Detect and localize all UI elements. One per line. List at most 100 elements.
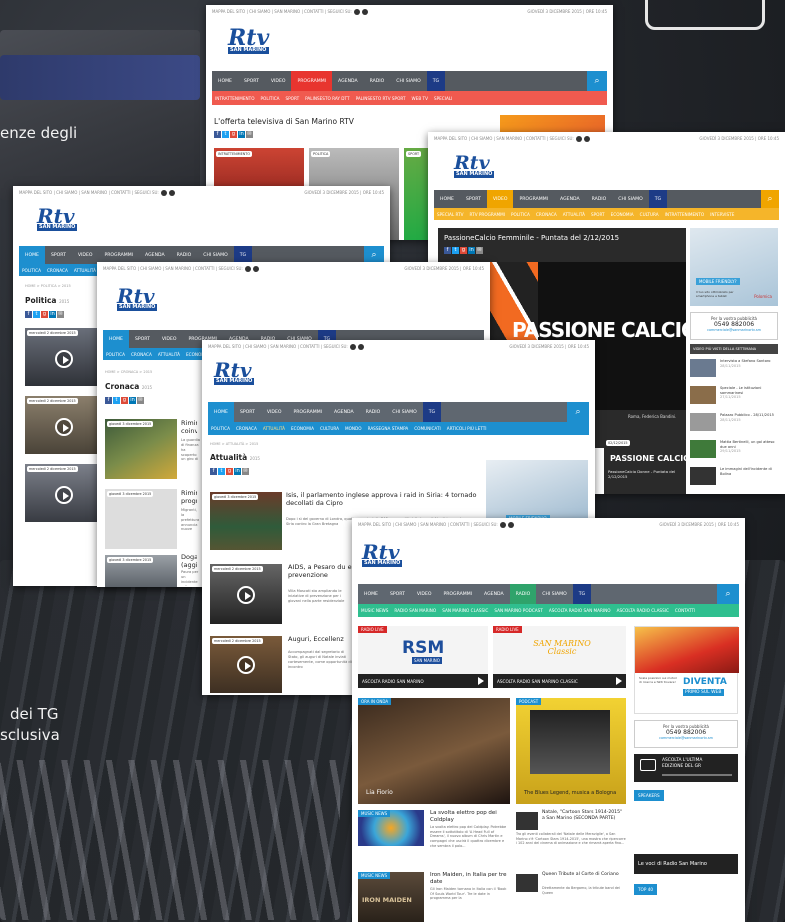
breadcrumb[interactable]: HOME > POLITICA > 2015 (25, 284, 71, 288)
on-air-card[interactable]: ORA IN ONDA Lia Fiorio (358, 698, 510, 804)
subnav-san-marino-classic[interactable]: SAN MARINO CLASSIC (439, 608, 491, 613)
subnav-politica[interactable]: POLITICA (508, 212, 533, 217)
video-thumbnail[interactable]: mercoledì 2 dicembre 2015 (25, 328, 103, 386)
article-thumbnail[interactable]: giovedì 3 dicembre 2015 (105, 555, 177, 587)
subnav-attualita[interactable]: ATTUALITÀ (560, 212, 588, 217)
facebook-icon[interactable] (244, 266, 251, 272)
search-icon[interactable]: ⌕ (567, 402, 589, 422)
subnav-sport[interactable]: SPORT (283, 96, 303, 101)
nav-home[interactable]: HOME (358, 584, 384, 604)
last-gr-player[interactable]: ASCOLTA L'ULTIMA EDIZIONE DEL GR (634, 754, 738, 782)
nav-sport[interactable]: SPORT (234, 402, 261, 422)
pub-email[interactable]: commerciale@sanmarinortv.sm (635, 736, 737, 740)
article-title[interactable]: Doga (aggi (181, 554, 197, 570)
nav-radio[interactable]: RADIO (509, 584, 537, 604)
youtube-icon[interactable] (583, 136, 590, 142)
email-share-icon[interactable]: ✉ (57, 311, 64, 318)
googleplus-share-icon[interactable]: g (230, 131, 237, 138)
video-thumbnail[interactable]: mercoledì 2 dicembre 2015 (25, 464, 103, 522)
nav-video[interactable]: VIDEO (156, 330, 183, 348)
list-item[interactable]: Palazzo Pubblico - 28/11/2015 28/11/2015 (690, 411, 778, 435)
linkedin-share-icon[interactable]: in (129, 397, 136, 404)
nav-radio[interactable]: RADIO (364, 71, 391, 91)
play-icon[interactable] (55, 486, 73, 504)
twitter-share-icon[interactable]: t (452, 247, 459, 254)
ad-mobile[interactable]: MOBILE FRIENDLY? Il tuo sito ottimizzato… (690, 228, 778, 306)
nav-video[interactable]: VIDEO (72, 246, 99, 264)
facebook-share-icon[interactable]: f (214, 131, 221, 138)
facebook-icon[interactable] (349, 344, 356, 350)
nav-home[interactable]: HOME (212, 71, 238, 91)
subnav-contatti[interactable]: CONTATTI (672, 608, 698, 613)
list-item[interactable]: Le immagini dell'incidente di Bolina (690, 465, 778, 489)
subnav-articoli-piu-letti[interactable]: ARTICOLI PIÙ LETTI (444, 426, 490, 431)
search-icon[interactable]: ⌕ (761, 190, 779, 208)
nav-programmi[interactable]: PROGRAMMI (437, 584, 478, 604)
article-title[interactable]: Rimin progr (181, 490, 197, 506)
nav-chi-siamo[interactable]: CHI SIAMO (390, 71, 426, 91)
linkedin-share-icon[interactable]: in (49, 311, 56, 318)
nav-home[interactable]: HOME (208, 402, 234, 422)
search-icon[interactable]: ⌕ (717, 584, 739, 604)
youtube-icon[interactable] (361, 9, 368, 15)
voices-banner[interactable]: Le voci di Radio San Marino (634, 854, 738, 874)
subnav-politica[interactable]: POLITICA (258, 96, 283, 101)
radio-live-rsm[interactable]: RADIO LIVE RSM SAN MARINO ASCOLTA RADIO … (358, 626, 488, 688)
facebook-icon[interactable] (353, 9, 360, 15)
article-thumbnail[interactable]: mercoledì 2 dicembre 2015 (210, 636, 282, 693)
subnav-cronaca[interactable]: CRONACA (128, 352, 155, 357)
nav-home[interactable]: HOME (434, 190, 460, 208)
top40-button[interactable]: TOP 40 (634, 884, 658, 895)
subnav-sport[interactable]: SPORT (588, 212, 608, 217)
article-thumbnail[interactable]: mercoledì 2 dicembre 2015 (210, 564, 282, 624)
breadcrumb[interactable]: HOME > ATTUALITÀ > 2015 (210, 442, 258, 446)
nav-sport[interactable]: SPORT (45, 246, 72, 264)
googleplus-share-icon[interactable]: g (121, 397, 128, 404)
facebook-icon[interactable] (160, 190, 167, 196)
article-title[interactable]: Isis, il parlamento inglese approva i ra… (286, 491, 486, 508)
radio-live-classic[interactable]: RADIO LIVE SAN MARINO Classic ASCOLTA RA… (493, 626, 626, 688)
nav-video[interactable]: VIDEO (411, 584, 438, 604)
subnav-mondo[interactable]: MONDO (342, 426, 365, 431)
subnav-intrattenimento[interactable]: INTRATTENIMENTO (212, 96, 258, 101)
agenda-item[interactable]: Queen Tribute al Corte di Coriano Dirett… (516, 872, 626, 922)
nav-agenda[interactable]: AGENDA (478, 584, 510, 604)
subnav-palinsesto-ray[interactable]: PALINSESTO RAY DTT (302, 96, 352, 101)
subnav-special-rtv[interactable]: SPECIAL RTV (434, 212, 467, 217)
nav-programmi[interactable]: PROGRAMMI (513, 190, 554, 208)
email-share-icon[interactable]: ✉ (242, 468, 249, 475)
utility-links[interactable]: MAPPA DEL SITO | CHI SIAMO | SAN MARINO … (208, 344, 348, 349)
nav-radio[interactable]: RADIO (360, 402, 387, 422)
article-thumbnail[interactable]: giovedì 3 dicembre 2015 (105, 489, 177, 549)
subnav-politica[interactable]: POLITICA (208, 426, 233, 431)
nav-sport[interactable]: SPORT (129, 330, 156, 348)
subnav-intrattenimento[interactable]: INTRATTENIMENTO (662, 212, 708, 217)
search-icon[interactable]: ⌕ (587, 71, 607, 91)
subnav-radio-san-marino[interactable]: RADIO SAN MARINO (391, 608, 439, 613)
utility-links[interactable]: MAPPA DEL SITO | CHI SIAMO | SAN MARINO … (19, 190, 159, 195)
subnav-cronaca[interactable]: CRONACA (533, 212, 560, 217)
subnav-cronaca[interactable]: CRONACA (233, 426, 260, 431)
subnav-palinsesto-rtv[interactable]: PALINSESTO RTV SPORT (353, 96, 409, 101)
subnav-attualita[interactable]: ATTUALITÀ (71, 268, 99, 273)
subnav-attualita[interactable]: ATTUALITÀ (155, 352, 183, 357)
play-icon[interactable] (478, 677, 484, 685)
subnav-interviste[interactable]: INTERVISTE (707, 212, 737, 217)
subnav-rassegna-stampa[interactable]: RASSEGNA STAMPA (365, 426, 412, 431)
agenda-item[interactable]: Natale, "Cartoon Stars 1914-2015" a San … (516, 810, 626, 870)
utility-links[interactable]: MAPPA DEL SITO | CHI SIAMO | SAN MARINO … (103, 266, 243, 271)
nav-tg[interactable]: TG (648, 190, 668, 208)
ad-seo[interactable]: Scala posizioni sui motori di ricerca e … (634, 626, 739, 714)
subnav-ascolta-rsm[interactable]: ASCOLTA RADIO SAN MARINO (546, 608, 614, 613)
rtv-logo[interactable]: Rtv SAN MARINO (214, 360, 255, 385)
nav-sport[interactable]: SPORT (384, 584, 411, 604)
subnav-web-tv[interactable]: WEB TV (409, 96, 431, 101)
subnav-speciali[interactable]: SPECIALI (431, 96, 455, 101)
linkedin-share-icon[interactable]: in (238, 131, 245, 138)
subnav-music-news[interactable]: MUSIC NEWS (358, 608, 391, 613)
nav-tg[interactable]: TG (426, 71, 446, 91)
play-icon[interactable] (55, 350, 73, 368)
email-share-icon[interactable]: ✉ (137, 397, 144, 404)
subnav-cronaca[interactable]: CRONACA (44, 268, 71, 273)
twitter-share-icon[interactable]: t (113, 397, 120, 404)
